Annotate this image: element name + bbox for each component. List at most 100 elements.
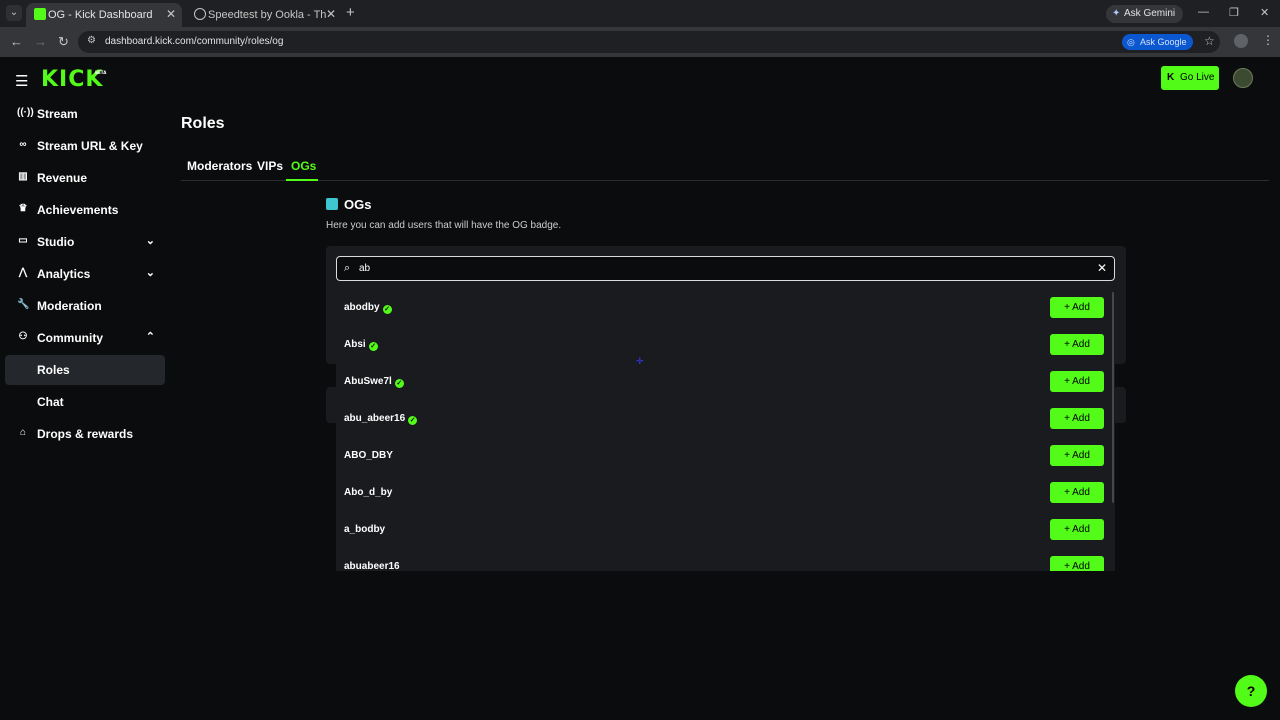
minimize-icon[interactable]: — [1198, 6, 1209, 18]
add-button[interactable]: + Add [1050, 556, 1104, 571]
browser-tab-active[interactable]: OG - Kick Dashboard ✕ [26, 3, 182, 27]
list-item: a_bodby + Add [336, 511, 1115, 548]
username: AbuSwe7l ✓ [344, 376, 404, 388]
back-icon[interactable]: ← [10, 34, 23, 49]
kick-dashboard: ☰ KICK BETA K Go Live ((·)) Stream ∞ Str… [0, 57, 1280, 720]
og-badge-icon [326, 198, 338, 210]
hamburger-menu-icon[interactable]: ☰ [15, 72, 28, 90]
add-button[interactable]: + Add [1050, 482, 1104, 503]
sidebar-item-revenue[interactable]: ▥ Revenue [5, 163, 165, 193]
user-search-input[interactable]: ⌕ ab ✕ [336, 256, 1115, 281]
browser-tab-speedtest[interactable]: Speedtest by Ookla - The Global ✕ [186, 3, 342, 27]
restore-icon[interactable]: ❐ [1229, 6, 1239, 19]
mouse-cursor-icon: ✛ [636, 356, 644, 366]
tab-ogs[interactable]: OGs [291, 159, 316, 173]
sidebar-item-label: Roles [37, 363, 70, 377]
sidebar-item-community[interactable]: ⚇ Community ⌃ [5, 323, 165, 353]
sidebar-item-achievements[interactable]: ♛ Achievements [5, 195, 165, 225]
list-item: Abo_d_by + Add [336, 474, 1115, 511]
list-item: Absi ✓ + Add [336, 326, 1115, 363]
reload-icon[interactable]: ↻ [58, 34, 69, 50]
site-info-icon[interactable]: ⚙ [87, 35, 96, 46]
sidebar-item-moderation[interactable]: 🔧 Moderation [5, 291, 165, 321]
sidebar-item-label: Drops & rewards [37, 427, 134, 441]
verified-icon: ✓ [382, 305, 392, 314]
trophy-icon: ♛ [18, 203, 28, 214]
address-bar[interactable]: ⚙ dashboard.kick.com/community/roles/og … [78, 31, 1220, 53]
sidebar-item-label: Stream URL & Key [37, 139, 143, 153]
broadcast-icon: ((·)) [17, 107, 34, 118]
community-icon: ⚇ [18, 331, 28, 342]
sidebar-item-chat[interactable]: Chat [5, 387, 165, 417]
ask-gemini-button[interactable]: ✦ Ask Gemini [1106, 5, 1184, 23]
tab-vips[interactable]: VIPs [257, 159, 283, 173]
gemini-spark-icon: ✦ [1112, 8, 1121, 19]
wrench-icon: 🔧 [17, 299, 30, 310]
beta-badge: BETA [95, 70, 107, 75]
add-button[interactable]: + Add [1050, 297, 1104, 318]
list-item: ABO_DBY + Add [336, 437, 1115, 474]
forward-icon[interactable]: → [34, 34, 47, 49]
search-icon: ⌕ [344, 262, 351, 274]
add-button[interactable]: + Add [1050, 334, 1104, 355]
list-item: AbuSwe7l ✓ + Add [336, 363, 1115, 400]
username: abuabeer16 [344, 561, 400, 571]
search-results-dropdown: abodby ✓ + Add Absi ✓ + Add AbuSwe7l ✓ + Ad… [336, 289, 1115, 571]
sidebar-item-label: Analytics [37, 267, 91, 281]
username: abu_abeer16 ✓ [344, 413, 418, 425]
verified-icon: ✓ [368, 342, 378, 351]
sidebar-item-stream-url-key[interactable]: ∞ Stream URL & Key [5, 131, 165, 161]
browser-toolbar: ← → ↻ ⚙ dashboard.kick.com/community/rol… [0, 27, 1280, 57]
list-item: abuabeer16 + Add [336, 548, 1115, 571]
add-button[interactable]: + Add [1050, 445, 1104, 466]
results-scrollbar[interactable] [1112, 292, 1114, 503]
go-live-button[interactable]: K Go Live [1161, 66, 1219, 90]
chevron-down-icon: ⌄ [145, 235, 155, 247]
sidebar-item-stream[interactable]: ((·)) Stream [5, 99, 165, 129]
sidebar-item-drops-rewards[interactable]: ⌂ Drops & rewards [5, 419, 165, 449]
tab-search-button[interactable]: ⌄ [6, 5, 22, 21]
ask-gemini-label: Ask Gemini [1124, 8, 1176, 19]
username: Absi ✓ [344, 339, 378, 351]
browser-menu-icon[interactable]: ⋮ [1262, 33, 1274, 47]
google-lens-icon: ◎ [1127, 37, 1135, 47]
chevron-up-icon: ⌃ [145, 331, 155, 343]
close-tab-icon[interactable]: ✕ [166, 7, 176, 21]
sidebar-item-roles[interactable]: Roles [5, 355, 165, 385]
roles-tabs: Moderators VIPs OGs [181, 155, 1269, 181]
chevron-down-icon: ⌄ [145, 267, 155, 279]
username: ABO_DBY [344, 450, 393, 461]
page-title: Roles [181, 115, 225, 132]
browser-profile-icon[interactable] [1234, 34, 1248, 48]
user-avatar[interactable] [1233, 68, 1253, 88]
gift-icon: ⌂ [19, 427, 27, 438]
close-window-icon[interactable]: ✕ [1260, 6, 1269, 19]
username: a_bodby [344, 524, 386, 535]
add-button[interactable]: + Add [1050, 371, 1104, 392]
browser-tabstrip: ⌄ OG - Kick Dashboard ✕ Speedtest by Ook… [0, 0, 1280, 27]
sidebar-item-label: Revenue [37, 171, 88, 185]
sidebar-item-analytics[interactable]: ⋀ Analytics ⌄ [5, 259, 165, 289]
close-tab-icon[interactable]: ✕ [326, 7, 336, 21]
sidebar-item-studio[interactable]: ▭ Studio ⌄ [5, 227, 165, 257]
sidebar-item-label: Community [37, 331, 103, 345]
section-description: Here you can add users that will have th… [326, 220, 562, 231]
bookmark-star-icon[interactable]: ☆ [1204, 34, 1215, 48]
kick-logo[interactable]: KICK BETA [41, 67, 107, 92]
tab-moderators[interactable]: Moderators [187, 159, 252, 173]
active-tab-indicator [286, 179, 318, 181]
tab-title: OG - Kick Dashboard [48, 9, 153, 21]
verified-icon: ✓ [394, 379, 404, 388]
sidebar-item-label: Stream [37, 107, 78, 121]
kick-favicon-icon [34, 8, 46, 20]
tab-title: Speedtest by Ookla - The Global [208, 9, 326, 21]
new-tab-icon[interactable]: + [346, 5, 355, 21]
help-chat-button[interactable]: ? [1235, 675, 1267, 707]
url-text: dashboard.kick.com/community/roles/og [105, 36, 284, 47]
sidebar-item-label: Chat [37, 395, 64, 409]
ask-google-button[interactable]: ◎ Ask Google [1122, 34, 1193, 50]
chart-bar-icon: ▥ [18, 171, 28, 182]
add-button[interactable]: + Add [1050, 519, 1104, 540]
clear-search-icon[interactable]: ✕ [1097, 261, 1107, 275]
add-button[interactable]: + Add [1050, 408, 1104, 429]
